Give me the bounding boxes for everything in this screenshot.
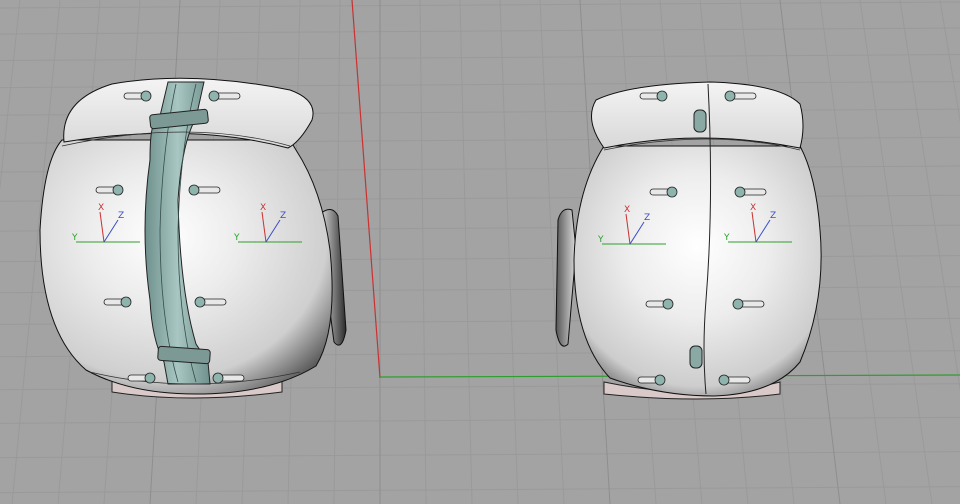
- gizmo-z-label: Z: [644, 213, 650, 223]
- gizmo-z-label: Z: [770, 211, 776, 221]
- right-shell-model[interactable]: [555, 81, 822, 400]
- gizmo-y-label: Y: [233, 233, 240, 243]
- right-side-flap: [555, 208, 577, 347]
- gizmo-y-label: Y: [723, 233, 730, 243]
- world-y-axis: [351, 0, 381, 379]
- perspective-viewport[interactable]: X Y Z X Y Z X Y Z X Y Z: [0, 0, 960, 504]
- gizmo-x-label: X: [624, 205, 630, 215]
- gizmo-x-label: X: [98, 203, 104, 213]
- left-shell-model[interactable]: [39, 77, 347, 399]
- gizmo-y-label: Y: [597, 235, 604, 245]
- gizmo-z-label: Z: [118, 211, 124, 221]
- gizmo-x-label: X: [260, 203, 266, 213]
- viewport-canvas[interactable]: X Y Z X Y Z X Y Z X Y Z: [0, 0, 960, 504]
- gizmo-x-label: X: [750, 203, 756, 213]
- gizmo-y-label: Y: [71, 233, 78, 243]
- gizmo-z-label: Z: [280, 211, 286, 221]
